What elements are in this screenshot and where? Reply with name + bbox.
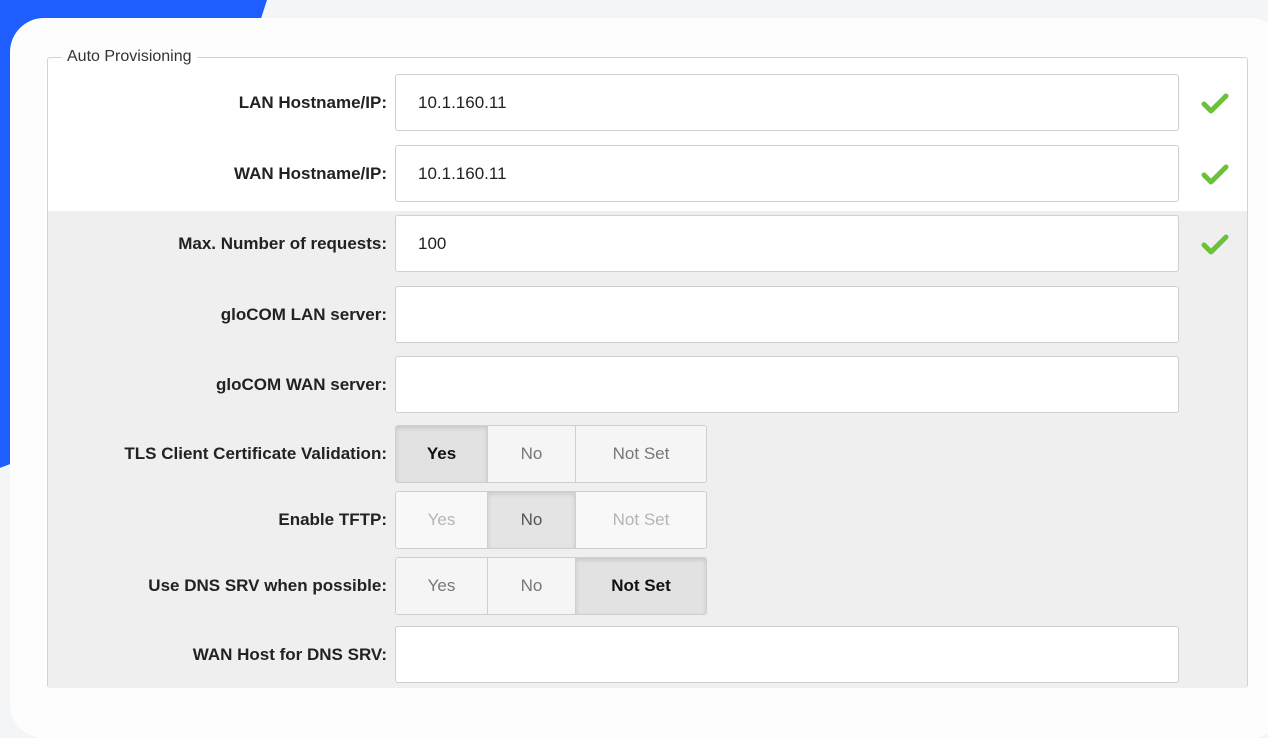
dns-srv-label: Use DNS SRV when possible:: [148, 576, 387, 595]
glocom-lan-input[interactable]: [395, 286, 1179, 343]
wan-hostname-label: WAN Hostname/IP:: [233, 164, 387, 183]
wan-host-dns-srv-input[interactable]: [395, 626, 1179, 683]
wan-host-dns-srv-row: WAN Host for DNS SRV:: [48, 626, 1247, 684]
dns-srv-toggle: Yes No Not Set: [395, 557, 707, 615]
glocom-wan-row: gloCOM WAN server:: [48, 356, 1247, 414]
glocom-wan-input[interactable]: [395, 356, 1179, 413]
max-requests-label: Max. Number of requests:: [178, 234, 387, 253]
glocom-wan-label: gloCOM WAN server:: [216, 375, 387, 394]
tls-validation-toggle: Yes No Not Set: [395, 425, 707, 483]
tls-validation-no-option[interactable]: No: [488, 426, 576, 482]
valid-checkmark-icon: [1201, 234, 1229, 255]
dns-srv-yes-option[interactable]: Yes: [396, 558, 488, 614]
lan-hostname-row: LAN Hostname/IP:: [48, 74, 1247, 132]
enable-tftp-not-set-option: Not Set: [576, 492, 706, 548]
dns-srv-row: Use DNS SRV when possible: Yes No Not Se…: [48, 557, 1247, 615]
valid-checkmark-icon: [1201, 164, 1229, 185]
glocom-lan-label: gloCOM LAN server:: [220, 305, 387, 324]
dns-srv-no-option[interactable]: No: [488, 558, 576, 614]
max-requests-input[interactable]: [395, 215, 1179, 272]
tls-validation-row: TLS Client Certificate Validation: Yes N…: [48, 425, 1247, 483]
wan-host-dns-srv-label: WAN Host for DNS SRV:: [192, 645, 387, 664]
enable-tftp-no-option: No: [488, 492, 576, 548]
tls-validation-label: TLS Client Certificate Validation:: [124, 444, 387, 463]
lan-hostname-label: LAN Hostname/IP:: [238, 93, 387, 112]
enable-tftp-row: Enable TFTP: Yes No Not Set: [48, 491, 1247, 549]
valid-checkmark-icon: [1201, 93, 1229, 114]
tls-validation-not-set-option[interactable]: Not Set: [576, 426, 706, 482]
enable-tftp-toggle: Yes No Not Set: [395, 491, 707, 549]
lan-hostname-input[interactable]: [395, 74, 1179, 131]
max-requests-row: Max. Number of requests:: [48, 215, 1247, 273]
enable-tftp-yes-option: Yes: [396, 492, 488, 548]
enable-tftp-label: Enable TFTP:: [278, 510, 387, 529]
section-title: Auto Provisioning: [67, 48, 192, 65]
wan-hostname-row: WAN Hostname/IP:: [48, 145, 1247, 203]
glocom-lan-row: gloCOM LAN server:: [48, 286, 1247, 344]
wan-hostname-input[interactable]: [395, 145, 1179, 202]
tls-validation-yes-option[interactable]: Yes: [396, 426, 488, 482]
dns-srv-not-set-option[interactable]: Not Set: [576, 558, 706, 614]
